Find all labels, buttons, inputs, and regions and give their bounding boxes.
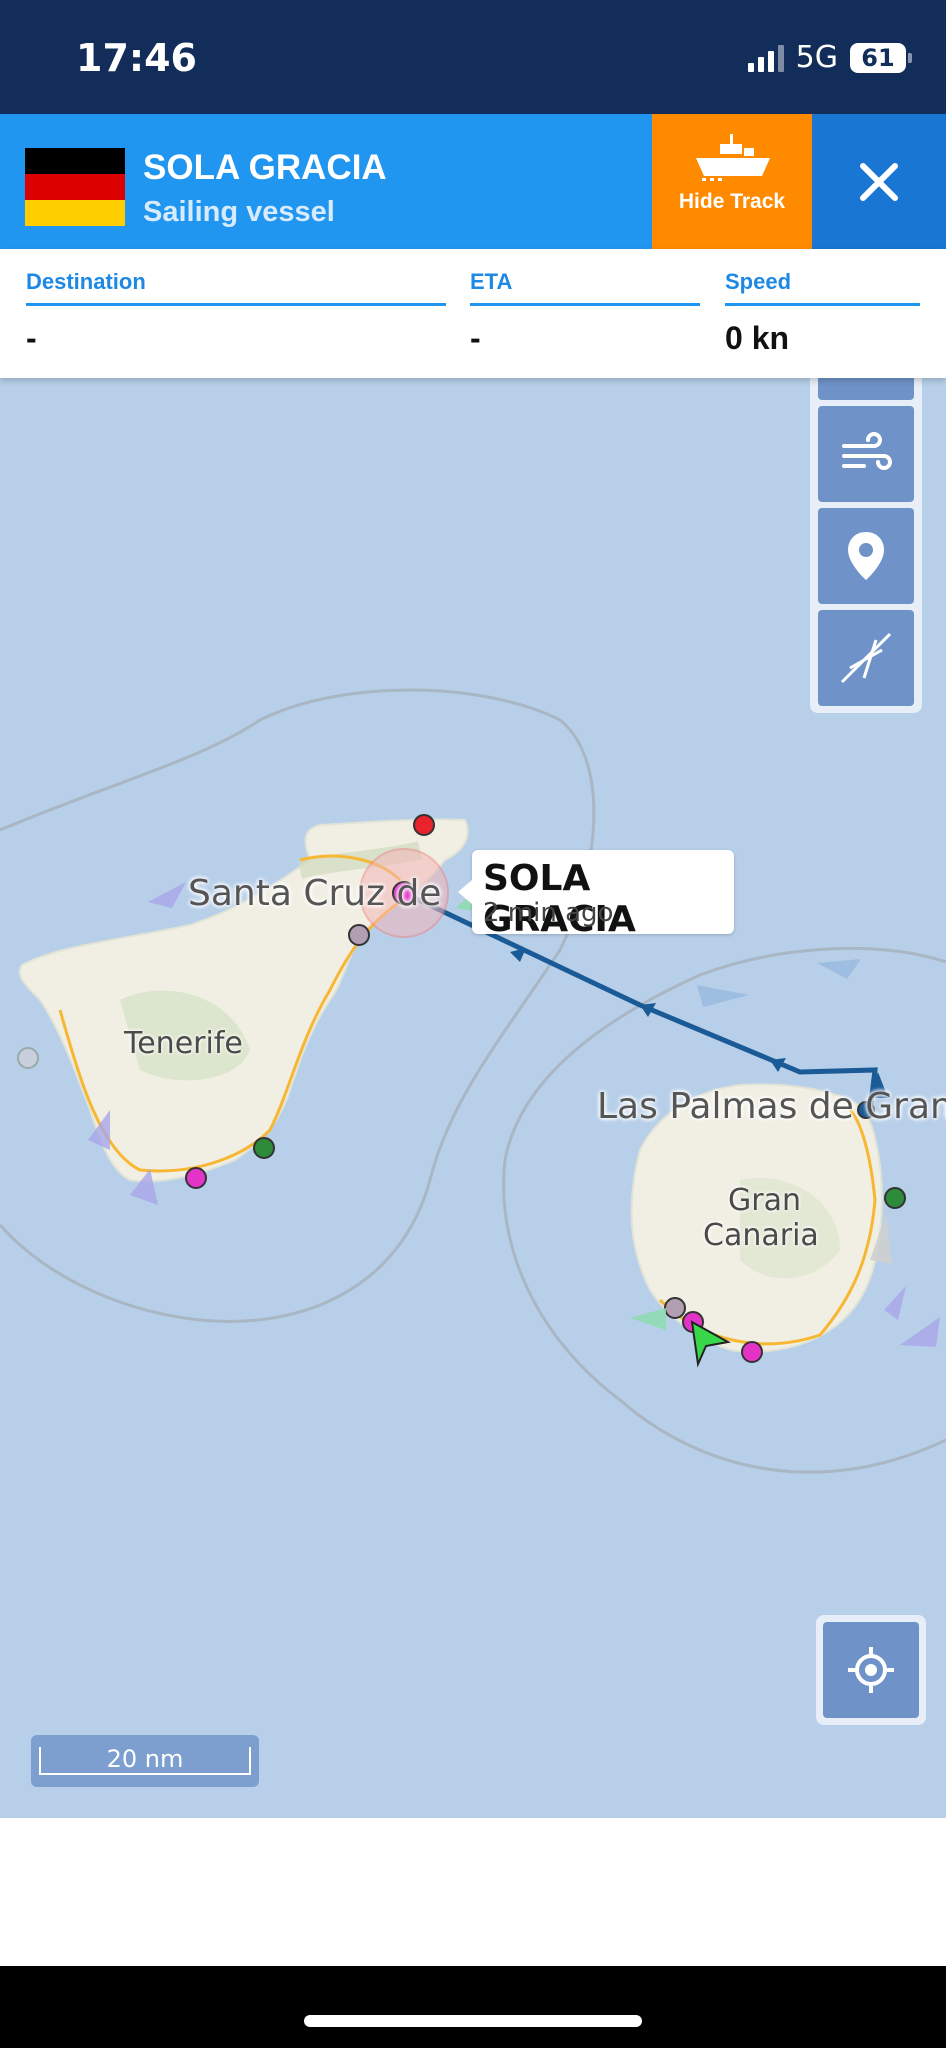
place-las-palmas: Las Palmas de Gran [597, 1086, 946, 1127]
battery-icon: 61 [850, 42, 912, 73]
hide-track-label: Hide Track [678, 190, 786, 213]
network-label: 5G [795, 40, 838, 75]
place-santa-cruz: Santa Cruz de [188, 873, 442, 914]
place-gran: Gran [728, 1183, 801, 1218]
locate-me-button[interactable] [816, 1615, 926, 1725]
location-button[interactable] [818, 508, 914, 604]
speed-label: Speed [725, 269, 920, 306]
speed-field: Speed 0 kn [725, 269, 920, 357]
speed-value: 0 kn [725, 320, 790, 356]
bottom-panel [0, 1818, 946, 1966]
home-indicator[interactable] [304, 2015, 642, 2027]
map-view[interactable]: Santa Cruz de Tenerife Las Palmas de Gra… [0, 378, 946, 1818]
vessel-label-time: 2 min ago [483, 898, 614, 928]
destination-field: Destination - [26, 269, 446, 357]
status-time: 17:46 [76, 36, 197, 80]
vessel-info-row: Destination - ETA - Speed 0 kn [0, 249, 946, 378]
eta-label: ETA [470, 269, 700, 306]
vessel-name: SOLA GRACIA [143, 148, 387, 187]
measure-button[interactable] [818, 610, 914, 706]
map-scale: 20 nm [31, 1735, 259, 1787]
compass-icon [840, 632, 892, 684]
signal-icon [747, 44, 784, 72]
status-bar: 17:46 5G 61 [0, 0, 946, 114]
destination-label: Destination [26, 269, 446, 306]
eta-value: - [470, 320, 481, 356]
scale-label: 20 nm [106, 1745, 184, 1773]
hide-track-button[interactable]: Hide Track [652, 114, 812, 249]
place-canaria: Canaria [703, 1218, 819, 1253]
place-tenerife: Tenerife [124, 1026, 243, 1061]
tool-button-partial[interactable] [818, 378, 914, 400]
wind-icon [842, 432, 892, 470]
crosshair-icon [848, 1647, 894, 1693]
home-bar-area [0, 1966, 946, 2048]
map-tool-panel [810, 378, 922, 713]
vessel-type: Sailing vessel [143, 196, 335, 228]
wind-button[interactable] [818, 406, 914, 502]
location-pin-icon [848, 532, 884, 580]
destination-value: - [26, 320, 37, 356]
eta-field: ETA - [470, 269, 700, 357]
germany-flag-icon [25, 148, 125, 226]
battery-level: 61 [861, 43, 895, 72]
close-icon [860, 162, 898, 201]
close-button[interactable] [812, 114, 946, 249]
vessel-header: SOLA GRACIA Sailing vessel Hide Track [0, 114, 946, 249]
ship-icon [696, 134, 770, 181]
vessel-map-label[interactable]: SOLA GRACIA 2 min ago [458, 850, 734, 940]
